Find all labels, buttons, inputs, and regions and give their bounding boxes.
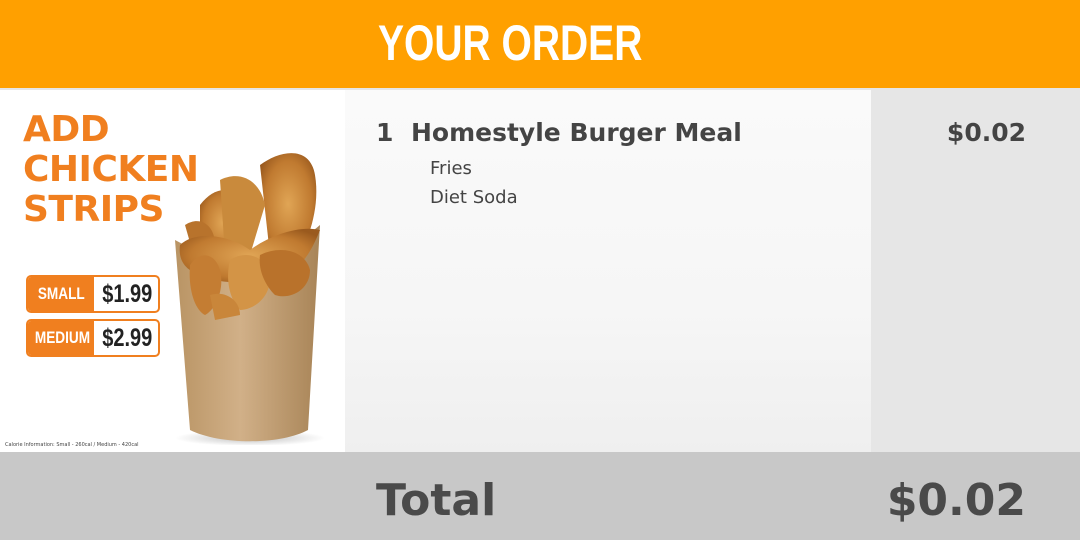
price-tag-medium: MEDIUM $2.99	[26, 319, 160, 357]
calorie-note: Calorie Information: Small - 260cal / Me…	[5, 442, 139, 448]
chicken-strips-image	[175, 153, 325, 445]
header-bar: YOUR ORDER	[0, 0, 1080, 90]
promo-headline-line: ADD	[23, 109, 110, 150]
total-value: $0.02	[886, 475, 1026, 526]
page-title: YOUR ORDER	[378, 15, 643, 71]
item-price: $0.02	[946, 118, 1026, 147]
item-name: Homestyle Burger Meal	[411, 118, 742, 147]
item-quantity: 1	[376, 118, 394, 147]
total-label: Total	[376, 475, 497, 526]
item-modifier: Diet Soda	[430, 187, 518, 208]
price-tag-small: SMALL $1.99	[26, 275, 160, 313]
size-price: $2.99	[101, 324, 153, 352]
size-label: MEDIUM	[34, 328, 91, 347]
item-modifier: Fries	[430, 158, 472, 179]
size-price: $1.99	[101, 280, 153, 308]
size-label: SMALL	[37, 284, 85, 303]
promo-panel[interactable]: ADD CHICKEN STRIPS SMALL $1.99 MEDIUM $2…	[0, 90, 345, 452]
